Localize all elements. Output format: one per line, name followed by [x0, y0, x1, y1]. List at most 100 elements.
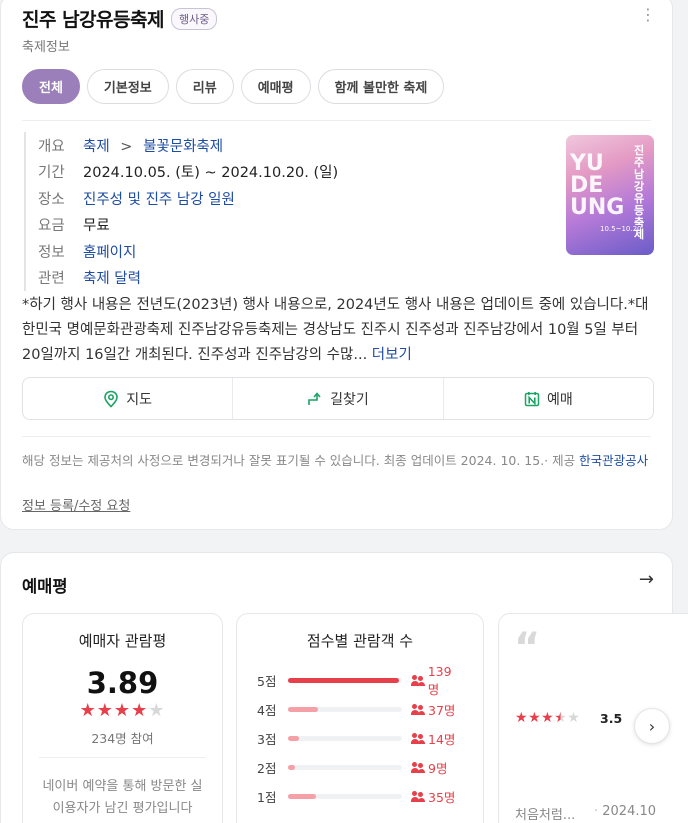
info-row-fee: 요금 무료: [38, 212, 338, 239]
info-key: 장소: [38, 191, 65, 208]
people-icon: [411, 704, 425, 715]
map-pin-icon: [104, 390, 119, 408]
star-empty-icon: ★: [567, 710, 581, 726]
more-vertical-icon[interactable]: ⋮: [640, 7, 656, 23]
edit-request-link[interactable]: 정보 등록/수정 요청: [22, 495, 130, 514]
distribution-list: 5점 139명 4점 37명 3점 14명 2점 9명 1점 35명: [257, 664, 463, 811]
naver-booking-icon: [524, 391, 540, 406]
status-badge: 행사중: [170, 7, 218, 30]
review-score: 3.5: [600, 711, 623, 726]
chevron-right-icon[interactable]: ›: [634, 708, 670, 744]
info-key: 기간: [38, 165, 65, 182]
rating-stars: ★★★★★: [23, 700, 222, 721]
map-button-label: 지도: [126, 391, 153, 408]
score-bar-fill: [288, 707, 318, 712]
score-count: 35명: [411, 787, 455, 806]
star-filled-icon: ★: [528, 710, 542, 726]
score-bar-fill: [288, 736, 300, 741]
poster-dates: 10.5~10.20: [600, 225, 642, 233]
star-half-icon: ★: [554, 710, 568, 726]
score-count: 139명: [410, 664, 463, 698]
star-empty-icon: ★: [148, 700, 166, 721]
score-label: 5점: [257, 674, 277, 689]
directions-button-label: 길찾기: [330, 391, 369, 408]
tab-all[interactable]: 전체: [22, 69, 80, 104]
distribution-row: 2점 9명: [257, 753, 463, 782]
average-score: 3.89: [86, 666, 159, 700]
quote-icon: “: [514, 625, 541, 671]
directions-icon: [308, 391, 321, 405]
page-title[interactable]: 진주 남강유등축제: [22, 5, 164, 32]
summary-title: 예매자 관람평: [78, 632, 167, 650]
score-count: 14명: [411, 729, 455, 748]
more-link[interactable]: 더보기: [372, 347, 412, 363]
divider: [22, 120, 651, 121]
score-bar-fill: [287, 678, 400, 683]
participant-count: 234명 참여: [91, 731, 154, 746]
info-row-overview: 개요 축제 > 불꽃문화축제: [38, 132, 338, 159]
score-bar: [288, 765, 402, 770]
score-bar-fill: [288, 794, 317, 799]
score-bar: [288, 707, 402, 712]
directions-button[interactable]: 길찾기: [233, 378, 444, 419]
distribution-title: 점수별 관람객 수: [306, 632, 414, 650]
homepage-link[interactable]: 홈페이지: [83, 241, 136, 262]
info-row-period: 기간 2024.10.05. (토) ~ 2024.10.20. (일): [38, 159, 338, 186]
score-label: 4점: [257, 703, 277, 718]
info-notice: 해당 정보는 제공처의 사정으로 변경되거나 잘못 표기될 수 있습니다. 최종…: [22, 451, 654, 470]
provider-link[interactable]: 한국관광공사: [579, 453, 648, 468]
title-row: 진주 남강유등축제 행사중: [22, 5, 218, 32]
divider: [39, 757, 206, 758]
info-row-homepage: 정보 홈페이지: [38, 238, 338, 265]
score-count: 9명: [411, 758, 447, 777]
star-filled-icon: ★: [96, 700, 114, 721]
booking-button[interactable]: 예매: [444, 378, 653, 419]
divider: [22, 436, 651, 437]
page-subtitle: 축제정보: [22, 40, 70, 55]
tab-basic-info[interactable]: 기본정보: [86, 69, 169, 104]
poster-text: YU DE UNG: [570, 151, 625, 220]
period-value: 2024.10.05. (토) ~ 2024.10.20. (일): [83, 165, 339, 182]
info-row-related: 관련 축제 달력: [38, 265, 338, 292]
info-key: 정보: [38, 244, 65, 261]
score-label: 2점: [257, 761, 277, 776]
score-bar: [287, 678, 402, 683]
rating-summary-box: 예매자 관람평 3.89 ★★★★★ 234명 참여 네이버 예약을 통해 방문…: [22, 613, 223, 823]
tab-reviews[interactable]: 리뷰: [175, 69, 234, 104]
subcategory-link[interactable]: 불꽃문화축제: [143, 139, 223, 155]
review-author: 처음처럼...: [515, 808, 576, 823]
section-title: 예매평: [22, 577, 68, 596]
star-filled-icon: ★: [113, 700, 132, 721]
tab-booking-reviews[interactable]: 예매평: [240, 69, 311, 104]
score-bar: [288, 736, 402, 741]
festival-poster[interactable]: YU DE UNG 진주남강유등축제 10.5~10.20: [566, 135, 654, 255]
place-link[interactable]: 진주성 및 진주 남강 일원: [83, 188, 235, 209]
notice-text: 해당 정보는 제공처의 사정으로 변경되거나 잘못 표기될 수 있습니다. 최종…: [22, 453, 576, 468]
star-filled-icon: ★: [79, 700, 97, 721]
review-date: · 2024.10: [594, 804, 657, 819]
tab-related-festivals[interactable]: 함께 볼만한 축제: [317, 69, 445, 104]
info-row-place: 장소 진주성 및 진주 남강 일원: [38, 185, 338, 212]
people-icon: [411, 733, 425, 744]
score-count: 37명: [411, 700, 455, 719]
info-list: 개요 축제 > 불꽃문화축제 기간 2024.10.05. (토) ~ 2024…: [24, 132, 338, 291]
people-icon: [411, 762, 425, 773]
festival-calendar-link[interactable]: 축제 달력: [83, 267, 141, 288]
score-bar: [288, 794, 402, 799]
tab-bar: 전체 기본정보 리뷰 예매평 함께 볼만한 축제: [22, 69, 445, 104]
score-label: 1점: [257, 790, 277, 805]
score-distribution-box: 점수별 관람객 수 5점 139명 4점 37명 3점 14명 2점 9명 1점…: [236, 613, 484, 823]
star-filled-icon: ★: [131, 700, 149, 721]
action-bar: 지도 길찾기 예매: [22, 377, 654, 420]
review-stars: ★★★★★: [515, 710, 580, 726]
festival-description: *하기 행사 내용은 전년도(2023년) 행사 내용으로, 2024년도 행사…: [22, 293, 652, 368]
distribution-row: 3점 14명: [257, 724, 463, 753]
score-bar-fill: [288, 765, 296, 770]
category-link[interactable]: 축제: [83, 139, 110, 155]
people-icon: [411, 791, 425, 802]
arrow-right-icon[interactable]: →: [639, 569, 654, 590]
distribution-row: 1점 35명: [257, 782, 463, 811]
star-filled-icon: ★: [541, 710, 555, 726]
booking-button-label: 예매: [546, 391, 573, 408]
map-button[interactable]: 지도: [23, 378, 234, 419]
